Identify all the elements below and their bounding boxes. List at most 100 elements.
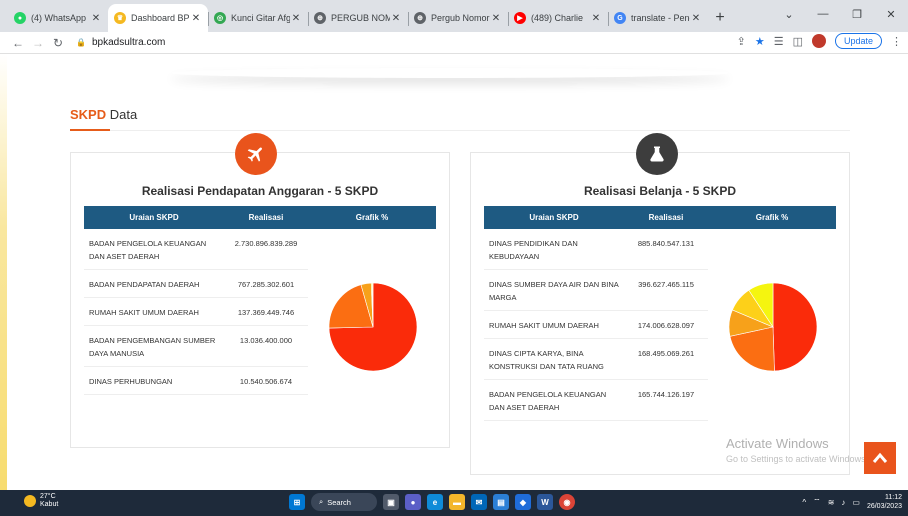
col-header-realisasi: Realisasi	[224, 206, 308, 229]
skpd-name: RUMAH SAKIT UMUM DAERAH	[484, 310, 624, 339]
tab-title: Pergub Nomor 1	[431, 13, 490, 23]
network-icon[interactable]: ⌔	[813, 497, 821, 507]
side-panel-icon[interactable]: ◫	[793, 35, 803, 48]
realisasi-value: 767.285.302.601	[224, 269, 308, 298]
new-tab-button[interactable]: +	[708, 4, 732, 32]
browser-tab[interactable]: ▶ (489) Charlie ✕	[508, 4, 608, 32]
address-bar[interactable]: 🔒 bpkadsultra.com	[76, 37, 165, 48]
taskbar-search[interactable]: ⌕ Search	[311, 493, 377, 511]
tab-close-icon[interactable]: ✕	[390, 13, 402, 24]
taskbar-apps: ⊞ ⌕ Search ▣ ● e ▬ ✉ ▤ ◆ W ◉	[289, 493, 575, 511]
page-content: SKPD Data Realisasi Pendapatan Anggaran …	[0, 54, 908, 490]
reading-list-icon[interactable]: ☰	[774, 35, 784, 48]
col-header-grafik: Grafik %	[708, 206, 836, 229]
volume-icon[interactable]: ♪	[841, 498, 845, 507]
skpd-name: BADAN PENGELOLA KEUANGAN DAN ASET DAERAH	[484, 379, 624, 421]
tab-favicon-icon: ♛	[114, 12, 126, 24]
grafik-cell	[308, 229, 436, 270]
grafik-cell	[708, 380, 836, 421]
browser-toolbar: ← → ↻ 🔒 bpkadsultra.com ⇪ ★ ☰ ◫ Update ⋮	[0, 32, 908, 54]
toolbar-actions: ⇪ ★ ☰ ◫ Update ⋮	[737, 33, 902, 49]
app-icon[interactable]: ◆	[515, 494, 531, 510]
battery-icon[interactable]: ▭	[852, 498, 860, 507]
store-icon[interactable]: ▤	[493, 494, 509, 510]
browser-tab-strip: ●(4) WhatsApp✕♛Dashboard BPKAD✕◎Kunci Gi…	[0, 0, 908, 32]
windows-start-icon[interactable]: ⊞	[289, 494, 305, 510]
tab-favicon-icon: ⊕	[414, 12, 426, 24]
reload-button[interactable]: ↻	[48, 36, 68, 50]
browser-tab[interactable]: ◎ Kunci Gitar Afgan✕	[208, 4, 308, 32]
share-icon[interactable]: ⇪	[737, 35, 746, 48]
tab-close-icon[interactable]: ✕	[590, 13, 602, 24]
browser-tab[interactable]: ⊕ Pergub Nomor 1✕	[408, 4, 508, 32]
word-icon[interactable]: W	[537, 494, 553, 510]
table-row: BADAN PENGELOLA KEUANGAN DAN ASET DAERAH…	[84, 229, 436, 270]
search-label: Search	[327, 497, 351, 507]
belanja-title: Realisasi Belanja - 5 SKPD	[583, 184, 737, 198]
airplane-icon	[235, 133, 277, 175]
realisasi-value: 168.495.069.261	[624, 338, 708, 380]
wifi-icon[interactable]: ≋	[828, 498, 835, 507]
realisasi-value: 165.744.126.197	[624, 379, 708, 421]
tab-close-icon[interactable]: ✕	[490, 13, 502, 24]
skpd-name: DINAS PENDIDIKAN DAN KEBUDAYAAN	[484, 229, 624, 270]
pie-slice[interactable]	[772, 282, 818, 372]
lock-icon: 🔒	[76, 38, 86, 47]
flask-icon	[636, 133, 678, 175]
restore-button[interactable]: ❐	[840, 0, 874, 28]
pendapatan-pie-chart	[328, 282, 418, 372]
tab-close-icon[interactable]: ✕	[90, 13, 102, 24]
skpd-name: BADAN PENDAPATAN DAERAH	[84, 269, 224, 298]
tab-close-icon[interactable]: ✕	[290, 13, 302, 24]
skpd-name: DINAS SUMBER DAYA AIR DAN BINA MARGA	[484, 269, 624, 311]
tab-title: PERGUB NOMOR	[331, 13, 390, 23]
tab-close-icon[interactable]: ✕	[690, 13, 702, 24]
background-strip	[0, 54, 7, 490]
task-view-icon[interactable]: ▣	[383, 494, 399, 510]
browser-tab[interactable]: ⊕ PERGUB NOMOR✕	[308, 4, 408, 32]
chrome-icon[interactable]: ◉	[559, 494, 575, 510]
belanja-pie-chart	[728, 282, 818, 372]
section-title-rest: Data	[106, 107, 138, 122]
tab-close-icon[interactable]: ✕	[190, 13, 202, 24]
windows-taskbar: 27°C Kabut ⊞ ⌕ Search ▣ ● e ▬ ✉ ▤ ◆ W ◉ ^ …	[0, 490, 908, 516]
menu-kebab-icon[interactable]: ⋮	[891, 35, 902, 48]
browser-tab[interactable]: Gtranslate - Penel ✕	[608, 4, 708, 32]
section-title: SKPD Data	[70, 107, 137, 122]
realisasi-value: 174.006.628.097	[624, 310, 708, 339]
grafik-cell	[708, 229, 836, 270]
browser-tab[interactable]: ● (4) WhatsApp ✕	[8, 4, 108, 32]
browser-tab[interactable]: ♛ Dashboard BPKAD✕	[108, 4, 208, 32]
scroll-to-top-button[interactable]	[864, 442, 896, 474]
mail-icon[interactable]: ✉	[471, 494, 487, 510]
weather-widget[interactable]: 27°C Kabut	[24, 493, 58, 509]
close-window-button[interactable]: ✕	[874, 0, 908, 28]
window-controls: ⌄ — ❐ ✕	[772, 0, 908, 28]
chevron-up-tray-icon[interactable]: ^	[802, 498, 806, 507]
taskbar-clock[interactable]: 11:12 26/03/2023	[867, 493, 902, 511]
table-row: DINAS PENDIDIKAN DAN KEBUDAYAAN 885.840.5…	[484, 229, 836, 270]
tab-title: Dashboard BPKAD	[131, 13, 190, 23]
title-divider	[110, 130, 850, 131]
tab-search-icon[interactable]: ⌄	[772, 0, 806, 28]
url-text[interactable]: bpkadsultra.com	[92, 37, 165, 48]
forward-button[interactable]: →	[28, 36, 48, 50]
profile-avatar[interactable]	[811, 34, 826, 48]
tab-favicon-icon: G	[614, 12, 626, 24]
tab-title: translate - Penel	[631, 13, 690, 23]
realisasi-value: 13.036.400.000	[224, 325, 308, 367]
skpd-name: DINAS CIPTA KARYA, BINA KONSTRUKSI DAN T…	[484, 338, 624, 380]
minimize-button[interactable]: —	[806, 0, 840, 28]
file-explorer-icon[interactable]: ▬	[449, 494, 465, 510]
back-button[interactable]: ←	[8, 36, 28, 50]
edge-icon[interactable]: e	[427, 494, 443, 510]
windows-watermark-subtitle: Go to Settings to activate Windows.	[726, 454, 869, 464]
realisasi-value: 137.369.449.746	[224, 297, 308, 326]
teams-chat-icon[interactable]: ●	[405, 494, 421, 510]
bookmark-star-icon[interactable]: ★	[755, 35, 765, 48]
col-header-grafik: Grafik %	[308, 206, 436, 229]
skpd-name: DINAS PERHUBUNGAN	[84, 366, 224, 395]
col-header-realisasi: Realisasi	[624, 206, 708, 229]
update-button[interactable]: Update	[834, 33, 882, 49]
windows-watermark-title: Activate Windows	[726, 436, 829, 451]
